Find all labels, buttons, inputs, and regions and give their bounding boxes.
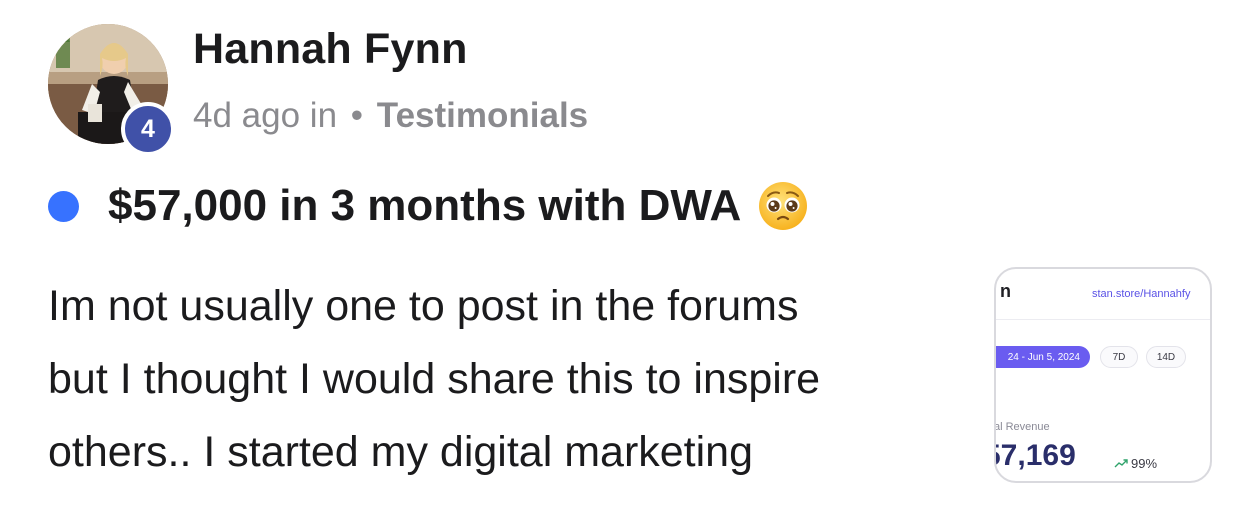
post-body-line: but I thought I would share this to insp… bbox=[48, 355, 821, 403]
attachment-revenue-value: 57,169 bbox=[996, 439, 1076, 472]
attachment-date-range: 24 - Jun 5, 2024 bbox=[996, 346, 1090, 368]
attachment-logo-fragment: n bbox=[1000, 281, 1011, 301]
post-title-row[interactable]: $57,000 in 3 months with DWA bbox=[48, 176, 809, 236]
pleading-face-emoji-icon bbox=[759, 182, 808, 230]
post-title[interactable]: $57,000 in 3 months with DWA bbox=[108, 181, 741, 231]
meta-in-label: in bbox=[309, 96, 338, 135]
attachment-divider bbox=[996, 319, 1210, 320]
unread-indicator bbox=[48, 190, 79, 222]
level-badge: 4 bbox=[121, 102, 175, 156]
author-name[interactable]: Hannah Fynn bbox=[193, 25, 468, 74]
post-time: 4d ago bbox=[193, 96, 301, 135]
attachment-revenue-label: al Revenue bbox=[994, 421, 1050, 433]
attachment-trend: 99% bbox=[1114, 456, 1157, 471]
attachment-range-7d: 7D bbox=[1100, 346, 1138, 368]
attachment-trend-percent: 99% bbox=[1131, 456, 1158, 471]
attachment-range-14d: 14D bbox=[1146, 346, 1186, 368]
author-avatar-wrap[interactable]: 4 bbox=[48, 24, 175, 156]
attachment-store-link: stan.store/Hannahfy bbox=[1092, 288, 1191, 300]
post-body-line: Im not usually one to post in the forums bbox=[48, 282, 799, 330]
attachment-thumbnail[interactable]: n stan.store/Hannahfy 24 - Jun 5, 2024 7… bbox=[994, 267, 1212, 483]
meta-separator: • bbox=[350, 96, 364, 135]
post-body[interactable]: Im not usually one to post in the forums… bbox=[48, 270, 948, 489]
post-body-line: others.. I started my digital marketing bbox=[48, 428, 754, 476]
trend-up-icon bbox=[1114, 458, 1128, 467]
post-meta: 4d ago in • Testimonials bbox=[193, 96, 588, 136]
category-link[interactable]: Testimonials bbox=[377, 96, 588, 135]
